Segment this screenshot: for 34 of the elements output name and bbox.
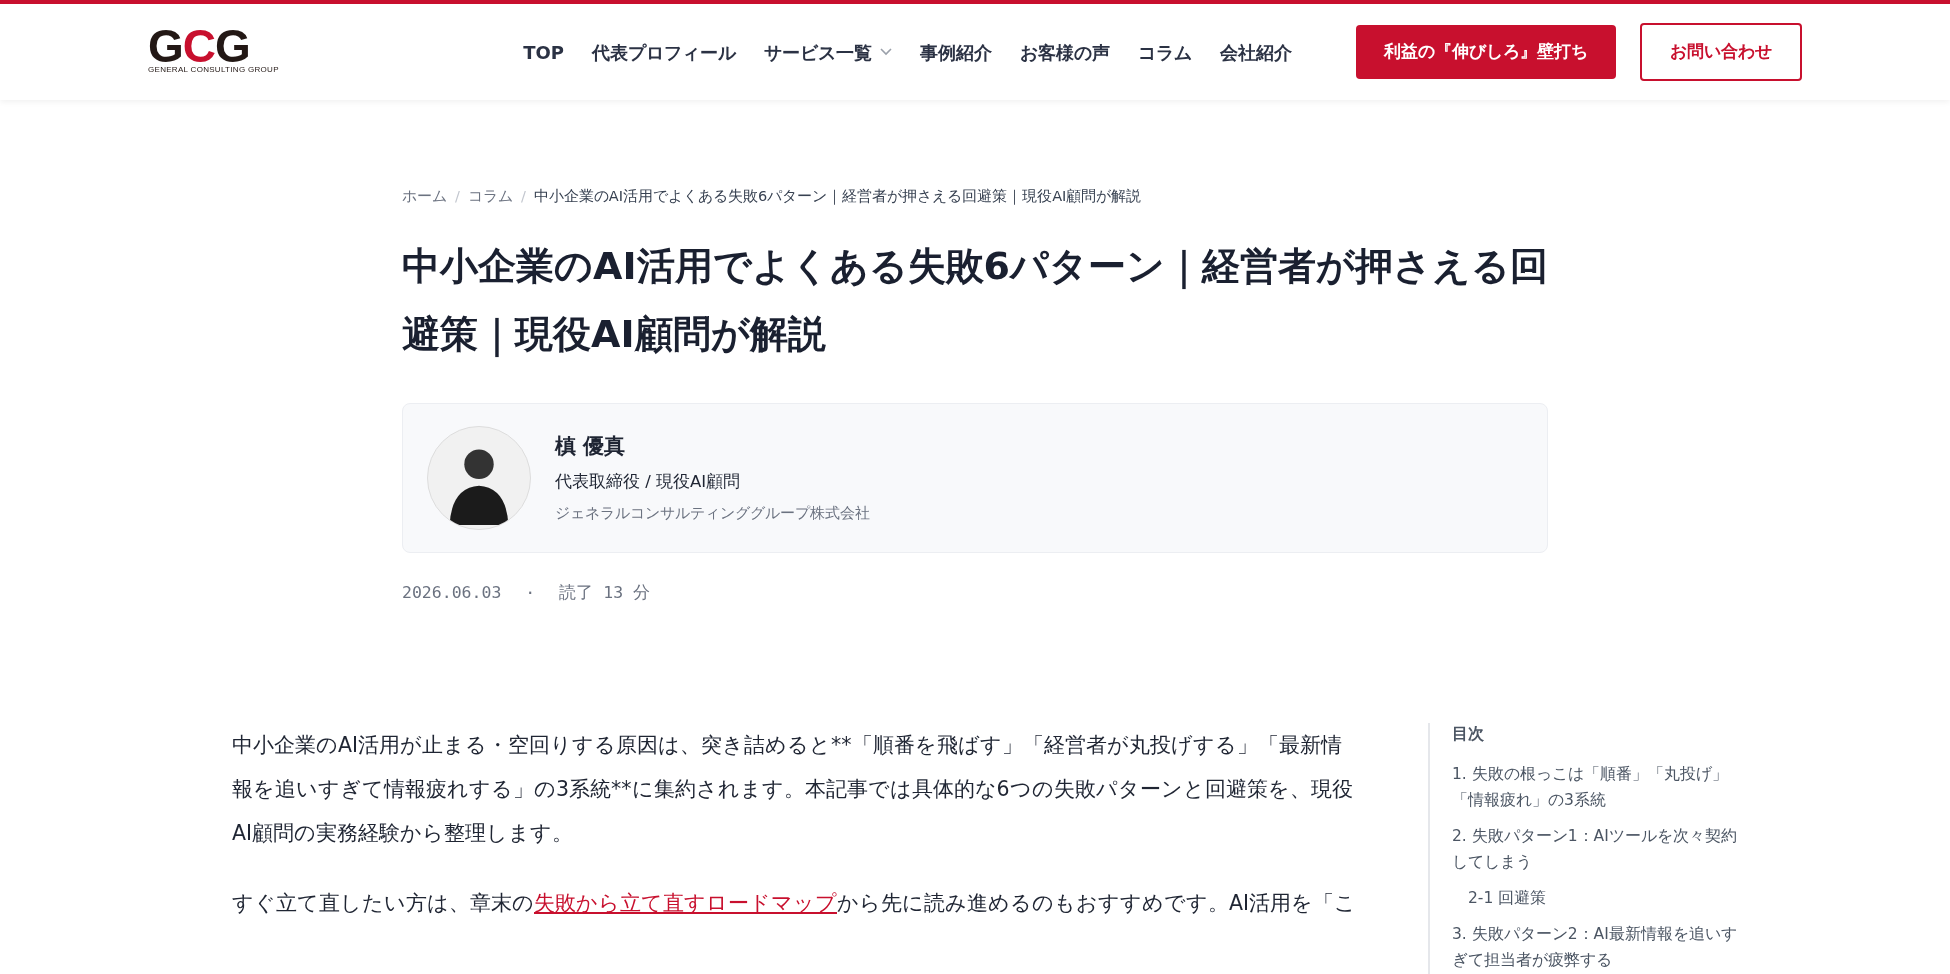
- breadcrumb-current: 中小企業のAI活用でよくある失敗6パターン｜経営者が押さえる回避策｜現役AI顧問が解説: [533, 187, 1142, 207]
- nav-link[interactable]: お客様の声: [1020, 38, 1110, 66]
- breadcrumb-separator: /: [455, 187, 460, 206]
- publish-date: 2026.06.03: [402, 581, 502, 604]
- breadcrumb-separator: /: [520, 187, 526, 206]
- logo-subtitle[interactable]: GENERAL CONSULTING GROUP: [148, 64, 279, 76]
- author-name: 槙 優真: [555, 432, 627, 460]
- breadcrumb-link[interactable]: コラム: [467, 186, 513, 208]
- author-company: ジェネラルコンサルティンググループ株式会社: [555, 503, 870, 523]
- separator-dot: ·: [525, 581, 536, 604]
- author-role: 代表取締役 / 現役AI顧問: [555, 471, 742, 494]
- toc-title: 目次: [1452, 724, 1485, 746]
- nav-link[interactable]: 会社紹介: [1220, 38, 1292, 66]
- nav-link[interactable]: サービス一覧: [764, 38, 892, 66]
- toc-link[interactable]: 1. 失敗の根っこは「順番」「丸投げ」「情報疲れ」の3系統: [1452, 760, 1738, 813]
- link[interactable]: 失敗から立て直すロードマップ: [534, 891, 837, 916]
- toc-link[interactable]: 2. 失敗パターン1：AIツールを次々契約してしまう: [1452, 822, 1738, 875]
- article-title: 中小企業のAI活用でよくある失敗6パターン｜経営者が押さえる回避策｜現役AI顧問が解説: [402, 242, 1548, 359]
- contact-button[interactable]: お問い合わせ: [1640, 23, 1802, 81]
- chevron-down-icon: [880, 48, 892, 56]
- logo-letter[interactable]: G: [215, 28, 250, 64]
- toc-link[interactable]: 2-1 回避策: [1452, 884, 1738, 911]
- reading-time: 読了 13 分: [559, 581, 651, 604]
- nav-link[interactable]: 代表プロフィール: [592, 38, 736, 66]
- paragraph: すぐ立て直したい方は、章末の失敗から立て直すロードマップから先に読み進めるのもおすすめです。AI活用を「こ: [232, 890, 1358, 918]
- breadcrumb-link[interactable]: ホーム: [402, 186, 447, 208]
- cta-button[interactable]: 利益の『伸びしろ』壁打ち: [1356, 25, 1616, 79]
- nav-link[interactable]: コラム: [1138, 38, 1192, 66]
- toc-link[interactable]: 3. 失敗パターン2：AI最新情報を追いすぎて担当者が疲弊する: [1452, 920, 1738, 973]
- paragraph: 中小企業のAI活用が止まる・空回りする原因は、突き詰めると**「順番を飛ばす」「経営者が丸投げする」「最新情報を追いすぎて情報疲れする」の3系統**に集約されます。本記事では具体的な6つの失敗パターンと回避策を、現役AI顧問の実務経験から整理します。: [232, 732, 1354, 848]
- logo-letter[interactable]: G: [148, 28, 183, 64]
- nav-link[interactable]: 事例紹介: [920, 38, 992, 66]
- logo-letter[interactable]: C: [182, 28, 215, 64]
- nav-link[interactable]: TOP: [523, 38, 564, 66]
